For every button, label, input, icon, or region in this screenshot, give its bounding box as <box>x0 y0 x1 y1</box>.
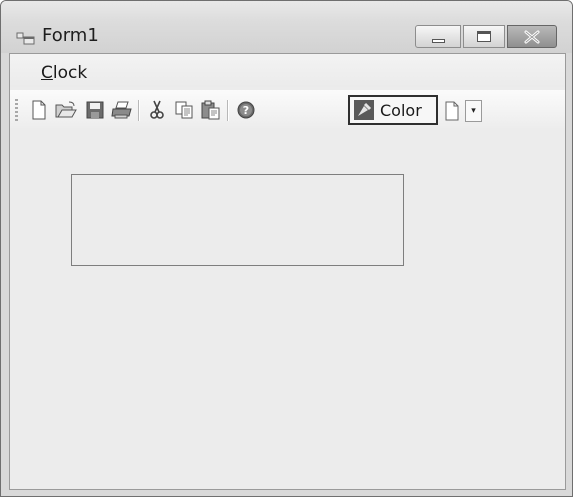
main-window: Form1 Clock ? Color ▾ <box>0 0 573 497</box>
tool-strip: ? Color ▾ <box>10 90 565 130</box>
save-button[interactable] <box>84 99 106 121</box>
form-client-area: Clock ? Color ▾ <box>9 53 566 490</box>
maximize-button[interactable] <box>463 25 505 48</box>
paste-icon <box>201 100 220 120</box>
close-icon <box>524 30 540 43</box>
paste-button[interactable] <box>200 99 222 121</box>
form-icon <box>16 32 35 45</box>
cut-icon <box>150 100 164 119</box>
color-button[interactable]: Color <box>348 95 438 125</box>
new-icon <box>445 101 459 121</box>
print-icon <box>111 101 132 119</box>
menu-item-clock-mnemonic: C <box>41 63 53 83</box>
menu-item-clock-label: lock <box>52 63 88 83</box>
color-button-label: Color <box>380 100 422 120</box>
help-button[interactable]: ? <box>235 99 257 121</box>
cut-button[interactable] <box>146 99 168 121</box>
new-button[interactable] <box>28 99 50 121</box>
maximize-icon <box>477 31 491 42</box>
title-bar[interactable]: Form1 <box>1 1 572 53</box>
split-button-main[interactable] <box>439 99 465 123</box>
copy-button[interactable] <box>173 99 195 121</box>
open-icon <box>55 101 77 118</box>
toolbar-separator <box>138 100 139 121</box>
menu-bar: Clock <box>10 54 565 87</box>
save-icon <box>86 101 104 119</box>
minimize-icon <box>431 38 445 43</box>
print-button[interactable] <box>111 99 133 121</box>
svg-text:?: ? <box>243 104 249 117</box>
window-title: Form1 <box>42 25 99 46</box>
close-button[interactable] <box>507 25 557 48</box>
minimize-button[interactable] <box>415 25 461 48</box>
open-button[interactable] <box>55 99 77 121</box>
toolbar-separator <box>227 100 228 121</box>
color-picker-icon <box>354 100 374 120</box>
chevron-down-icon[interactable]: ▾ <box>465 100 482 122</box>
clock-panel <box>71 174 404 266</box>
new-icon <box>32 100 46 120</box>
new-split-button[interactable]: ▾ <box>439 99 484 123</box>
toolbar-grip[interactable] <box>15 99 18 121</box>
menu-item-clock[interactable]: Clock <box>41 63 87 83</box>
help-icon: ? <box>237 101 255 119</box>
copy-icon <box>175 101 193 119</box>
